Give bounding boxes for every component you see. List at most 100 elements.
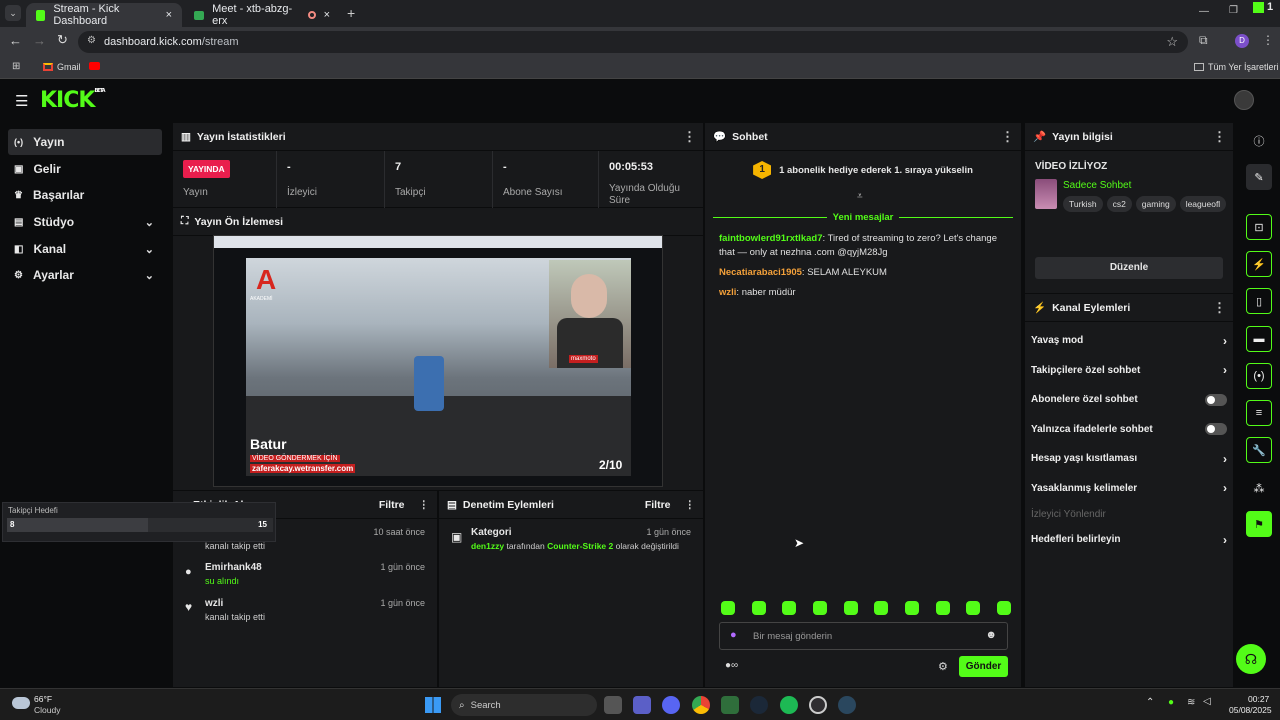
microphone-icon[interactable]: ●: [730, 629, 737, 641]
chat-username[interactable]: Necatiarabaci1905: [719, 267, 802, 278]
action-account-age[interactable]: Hesap yaşı kısıtlaması ›: [1025, 444, 1233, 474]
teams-icon[interactable]: [633, 696, 651, 714]
clock-date[interactable]: 05/08/2025: [1229, 705, 1272, 715]
action-set-goals[interactable]: Hedefleri belirleyin ›: [1025, 525, 1233, 555]
more-icon[interactable]: ⋮: [683, 129, 696, 145]
emote-icon[interactable]: [843, 601, 858, 615]
microphone-icon[interactable]: ●: [1168, 697, 1174, 708]
broadcast-icon[interactable]: (•): [1246, 363, 1272, 389]
edit-button[interactable]: Düzenle: [1035, 257, 1223, 279]
chrome-icon[interactable]: [692, 696, 710, 714]
gear-icon[interactable]: ⚙: [938, 660, 948, 673]
tag[interactable]: Turkish: [1063, 196, 1103, 212]
emoji-icon[interactable]: ☻: [985, 629, 997, 641]
apps-icon[interactable]: ⊞: [12, 61, 20, 72]
menu-icon[interactable]: ⋮: [1262, 33, 1274, 47]
more-icon[interactable]: ⋮: [685, 499, 696, 511]
kick-logo[interactable]: KICKBETA: [40, 88, 106, 113]
steam-icon[interactable]: [838, 696, 856, 714]
sidebar-item-studyo[interactable]: ▤ Stüdyo ⌄: [8, 209, 162, 235]
tab-meet[interactable]: Meet - xtb-abzg-erx ×: [184, 3, 340, 27]
volume-icon[interactable]: ◁: [1203, 696, 1211, 707]
reload-icon[interactable]: ↻: [57, 32, 68, 48]
gift-banner[interactable]: 1 1 abonelik hediye ederek 1. sıraya yük…: [705, 159, 1021, 181]
star-icon[interactable]: ☆: [1166, 34, 1178, 50]
edit-icon[interactable]: ✎: [1246, 164, 1272, 190]
spotify-icon[interactable]: [780, 696, 798, 714]
close-icon[interactable]: ×: [166, 9, 172, 21]
collapse-icon[interactable]: ⩡: [857, 191, 863, 202]
send-button[interactable]: Gönder: [959, 656, 1008, 677]
start-icon[interactable]: [425, 697, 441, 713]
tab-search-button[interactable]: ⌄: [5, 5, 21, 21]
drops-icon[interactable]: ●∞: [725, 660, 738, 671]
emote-icon[interactable]: [935, 601, 950, 615]
taskbar-search[interactable]: ⌕ Search: [451, 694, 597, 716]
sidebar-item-basarilar[interactable]: ♛ Başarılar: [8, 182, 162, 208]
profile-avatar[interactable]: D: [1235, 34, 1249, 48]
tag[interactable]: gaming: [1135, 196, 1176, 212]
sidebar-item-kanal[interactable]: ◧ Kanal ⌄: [8, 236, 162, 262]
help-button[interactable]: ☊: [1236, 644, 1266, 674]
target-icon[interactable]: ⊡: [1246, 214, 1272, 240]
action-banned-words[interactable]: Yasaklanmış kelimeler ›: [1025, 474, 1233, 504]
emotes-only-toggle[interactable]: [1205, 423, 1227, 436]
user-avatar[interactable]: [1234, 90, 1254, 110]
emote-icon[interactable]: [966, 601, 981, 615]
emote-icon[interactable]: [874, 601, 889, 615]
site-info-icon[interactable]: ⚙: [87, 35, 96, 46]
chat-bubble-icon[interactable]: ▬: [1246, 326, 1272, 352]
forward-icon[interactable]: →: [33, 33, 46, 48]
list-icon[interactable]: ≡: [1246, 400, 1272, 426]
more-icon[interactable]: ⋮: [1001, 129, 1014, 145]
wrench-icon[interactable]: 🔧: [1246, 437, 1272, 463]
filter-button[interactable]: Filtre: [645, 499, 671, 511]
more-icon[interactable]: ⋮: [419, 499, 430, 511]
drops-icon[interactable]: ⁂: [1246, 475, 1272, 501]
emote-icon[interactable]: [721, 601, 735, 615]
action-followers-only[interactable]: Takipçilere özel sohbet ›: [1025, 356, 1233, 386]
bookmark-gmail[interactable]: Gmail: [43, 62, 81, 72]
emote-icon[interactable]: [996, 601, 1011, 615]
weather-temp[interactable]: 66°F: [34, 694, 52, 704]
chat-username[interactable]: wzli: [719, 287, 736, 298]
flag-icon[interactable]: ⚑: [1246, 511, 1272, 537]
more-icon[interactable]: ⋮: [1213, 129, 1226, 145]
chat-username[interactable]: faintbowlerd91rxtlkad7: [719, 233, 822, 244]
discord-icon[interactable]: [662, 696, 680, 714]
task-view-icon[interactable]: [604, 696, 622, 714]
tag[interactable]: cs2: [1106, 196, 1132, 212]
wifi-icon[interactable]: ≋: [1187, 697, 1195, 708]
close-icon[interactable]: ×: [324, 9, 330, 21]
profile-extension-badge[interactable]: 1: [1253, 1, 1273, 13]
back-icon[interactable]: ←: [9, 33, 22, 48]
sidebar-item-gelir[interactable]: ▣ Gelir: [8, 156, 162, 182]
activity-user[interactable]: wzli: [205, 598, 223, 609]
tab-kick-dashboard[interactable]: Stream - Kick Dashboard ×: [26, 3, 182, 27]
category-link[interactable]: Sadece Sohbet: [1063, 180, 1131, 191]
clock-time[interactable]: 00:27: [1248, 694, 1269, 704]
steam-icon[interactable]: [750, 696, 768, 714]
filter-button[interactable]: Filtre: [379, 499, 405, 511]
youtube-icon[interactable]: [89, 62, 100, 70]
action-emotes-only[interactable]: Yalnızca ifadelerle sohbet: [1025, 415, 1233, 445]
new-tab-button[interactable]: +: [347, 5, 355, 21]
obs-icon[interactable]: [809, 696, 827, 714]
maximize-button[interactable]: ❐: [1229, 5, 1238, 16]
hamburger-icon[interactable]: ☰: [15, 92, 28, 110]
info-icon[interactable]: ⓘ: [1246, 128, 1272, 154]
url-field[interactable]: ⚙ dashboard.kick.com/stream ☆: [78, 31, 1188, 53]
action-subscribers-only[interactable]: Abonelere özel sohbet: [1025, 385, 1233, 415]
activity-user[interactable]: Emirhank48: [205, 562, 262, 573]
document-icon[interactable]: ▯: [1246, 288, 1272, 314]
app-icon[interactable]: [721, 696, 739, 714]
emote-icon[interactable]: [812, 601, 827, 615]
stream-preview-video[interactable]: maxmoto A AKADEMİ Batur VİDEO GÖNDERMEK …: [213, 235, 663, 487]
emote-icon[interactable]: [782, 601, 797, 615]
minimize-button[interactable]: —: [1199, 6, 1209, 17]
action-slow-mode[interactable]: Yavaş mod ›: [1025, 326, 1233, 356]
extensions-icon[interactable]: ⧉: [1199, 33, 1208, 48]
chat-input[interactable]: ● Bir mesaj gönderin ☻: [719, 622, 1008, 650]
tray-chevron-icon[interactable]: ⌃: [1146, 697, 1154, 708]
more-icon[interactable]: ⋮: [1213, 300, 1226, 316]
